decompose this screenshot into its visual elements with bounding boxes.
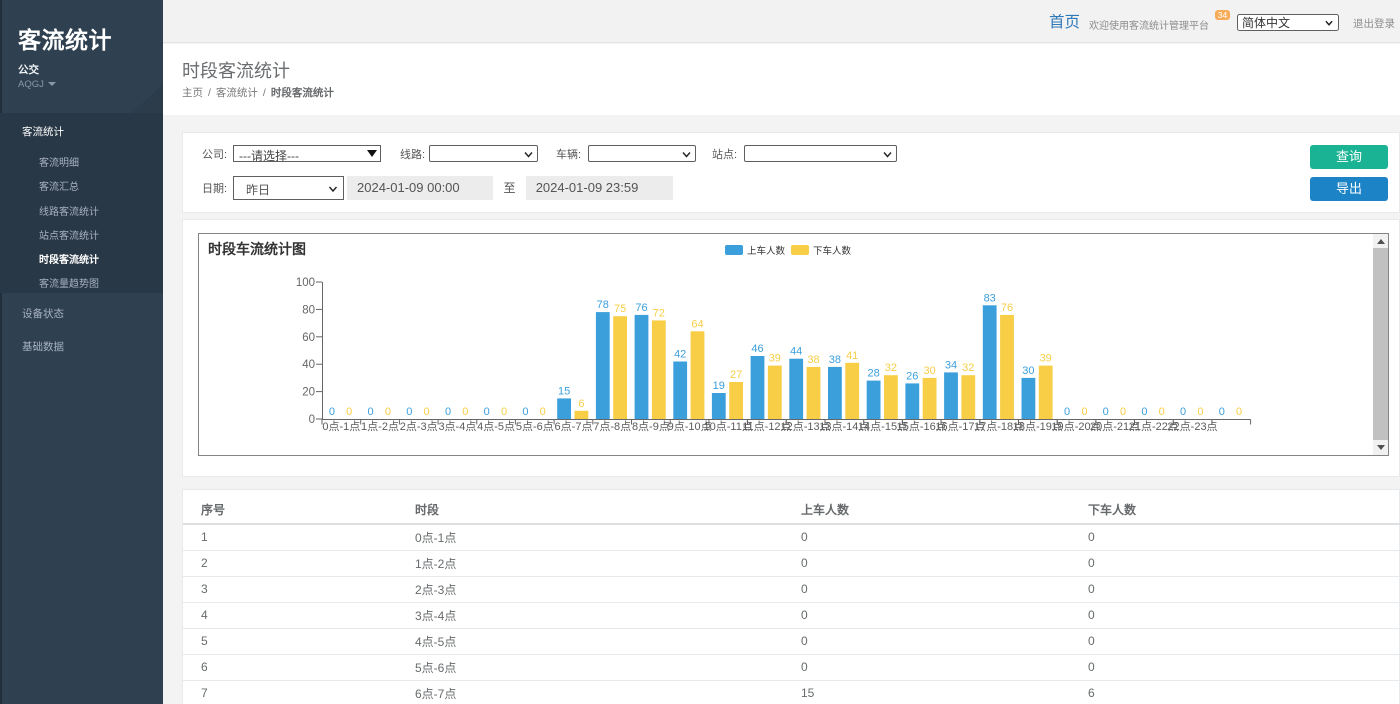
svg-text:34: 34 — [945, 359, 957, 371]
svg-text:上车人数: 上车人数 — [747, 245, 786, 257]
svg-text:39: 39 — [769, 353, 781, 365]
svg-text:0: 0 — [540, 406, 546, 418]
svg-text:38: 38 — [829, 354, 841, 366]
svg-text:3点-4点: 3点-4点 — [438, 420, 476, 433]
svg-text:20: 20 — [302, 387, 315, 399]
svg-text:0: 0 — [1236, 406, 1242, 418]
svg-text:46: 46 — [751, 343, 763, 355]
svg-text:22点-23点: 22点-23点 — [1167, 420, 1217, 433]
svg-text:0: 0 — [1120, 406, 1126, 418]
svg-text:76: 76 — [1001, 302, 1013, 314]
svg-text:60: 60 — [302, 332, 315, 344]
svg-text:80: 80 — [302, 304, 315, 316]
svg-text:0: 0 — [424, 406, 430, 418]
svg-text:0: 0 — [406, 406, 412, 418]
svg-text:4点-5点: 4点-5点 — [477, 420, 515, 433]
svg-text:0: 0 — [385, 406, 391, 418]
svg-text:0: 0 — [1064, 406, 1070, 418]
svg-text:41: 41 — [846, 350, 858, 362]
svg-text:32: 32 — [962, 362, 974, 374]
svg-text:78: 78 — [597, 299, 609, 311]
svg-text:44: 44 — [790, 346, 802, 358]
svg-text:30: 30 — [1022, 365, 1034, 377]
svg-text:64: 64 — [691, 318, 703, 330]
svg-text:15: 15 — [558, 385, 570, 397]
svg-text:0: 0 — [522, 406, 528, 418]
svg-text:0: 0 — [484, 406, 490, 418]
svg-text:0: 0 — [1159, 406, 1165, 418]
svg-text:0: 0 — [1103, 406, 1109, 418]
svg-text:0: 0 — [1141, 406, 1147, 418]
svg-text:0: 0 — [368, 406, 374, 418]
svg-text:7点-8点: 7点-8点 — [593, 420, 631, 433]
svg-text:0: 0 — [346, 406, 352, 418]
svg-text:100: 100 — [296, 277, 315, 289]
svg-text:6: 6 — [578, 398, 584, 410]
svg-text:27: 27 — [730, 369, 742, 381]
svg-text:0: 0 — [309, 414, 315, 426]
svg-text:38: 38 — [807, 354, 819, 366]
svg-text:76: 76 — [635, 302, 647, 314]
svg-text:8点-9点: 8点-9点 — [632, 420, 670, 433]
svg-text:72: 72 — [653, 307, 665, 319]
svg-text:6点-7点: 6点-7点 — [555, 420, 593, 433]
svg-text:0: 0 — [445, 406, 451, 418]
svg-text:26: 26 — [906, 370, 918, 382]
svg-text:83: 83 — [984, 292, 996, 304]
svg-text:40: 40 — [302, 359, 315, 371]
svg-text:39: 39 — [1040, 353, 1052, 365]
svg-text:32: 32 — [885, 362, 897, 374]
svg-text:1点-2点: 1点-2点 — [361, 420, 399, 433]
svg-text:75: 75 — [614, 303, 626, 315]
svg-text:2点-3点: 2点-3点 — [400, 420, 438, 433]
svg-text:42: 42 — [674, 349, 686, 361]
svg-text:19: 19 — [713, 380, 725, 392]
svg-text:0: 0 — [1219, 406, 1225, 418]
svg-text:30: 30 — [923, 365, 935, 377]
svg-text:0: 0 — [1081, 406, 1087, 418]
svg-text:下车人数: 下车人数 — [813, 245, 852, 257]
svg-text:0: 0 — [1197, 406, 1203, 418]
svg-text:0: 0 — [501, 406, 507, 418]
svg-text:28: 28 — [867, 368, 879, 380]
svg-text:0: 0 — [1180, 406, 1186, 418]
svg-text:0点-1点: 0点-1点 — [322, 420, 360, 433]
svg-text:0: 0 — [462, 406, 468, 418]
svg-text:0: 0 — [329, 406, 335, 418]
svg-text:5点-6点: 5点-6点 — [516, 420, 554, 433]
